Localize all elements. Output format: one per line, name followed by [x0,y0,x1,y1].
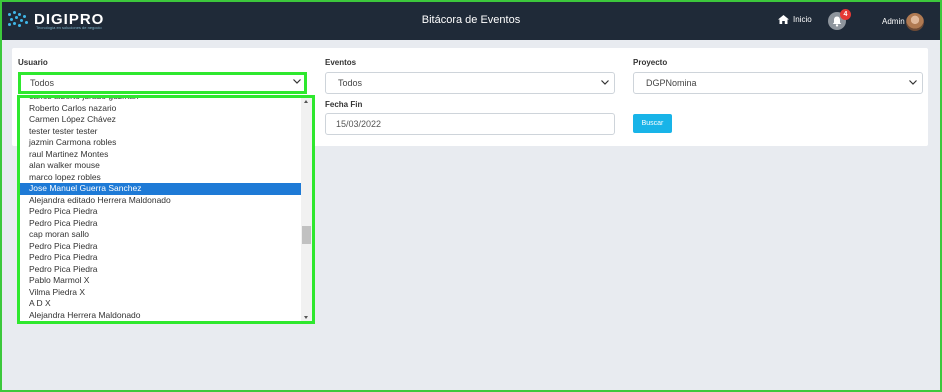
dropdown-option[interactable]: Carmen López Chávez [20,114,301,126]
usuario-label: Usuario [18,58,48,67]
eventos-select[interactable]: Todos [325,72,615,94]
proyecto-select-value: DGPNomina [646,78,697,88]
dropdown-option[interactable]: marco lopez robles [20,172,301,184]
dropdown-option[interactable]: carlos alberto jurado guzman [20,98,301,103]
dropdown-option[interactable]: Pablo Marmol X [20,275,301,287]
dropdown-option[interactable]: Pedro Pica Piedra [20,206,301,218]
dropdown-option-selected[interactable]: Jose Manuel Guerra Sanchez [20,183,301,195]
scroll-down-icon[interactable] [304,316,308,319]
dropdown-scrollbar[interactable] [301,98,312,321]
fecha-fin-value: 15/03/2022 [336,119,382,129]
proyecto-label: Proyecto [633,58,668,67]
fecha-fin-input[interactable]: 15/03/2022 [325,113,615,135]
notification-badge: 4 [840,9,851,20]
dropdown-option[interactable]: Pedro Pica Piedra [20,252,301,264]
dropdown-option[interactable]: Rafael Santana Reyes [20,321,301,324]
scroll-up-icon[interactable] [304,100,308,103]
fecha-fin-label: Fecha Fin [325,100,363,109]
chevron-down-icon [909,80,917,85]
dropdown-option[interactable]: raul Martinez Montes [20,149,301,161]
buscar-button[interactable]: Buscar [633,114,672,133]
dropdown-option[interactable]: tester tester tester [20,126,301,138]
chevron-down-icon [293,79,301,84]
home-link[interactable]: Inicio [778,15,812,24]
dropdown-option[interactable]: Pedro Pica Piedra [20,218,301,230]
avatar[interactable] [906,13,924,31]
top-navbar: DIGIPRO Tecnología en soluciones de nego… [2,2,940,40]
dropdown-option[interactable]: Alejandra Herrera Maldonado [20,310,301,322]
eventos-label: Eventos [325,58,357,67]
home-label: Inicio [793,15,812,24]
dropdown-option[interactable]: Roberto Carlos nazario [20,103,301,115]
dropdown-options: carlos alberto jurado guzman Roberto Carl… [20,98,301,324]
usuario-select-value: Todos [30,78,55,88]
proyecto-select[interactable]: DGPNomina [633,72,923,94]
usuario-dropdown-list[interactable]: carlos alberto jurado guzman Roberto Carl… [17,95,315,324]
dropdown-option[interactable]: jazmin Carmona robles [20,137,301,149]
dropdown-option[interactable]: alan walker mouse [20,160,301,172]
dropdown-option[interactable]: A D X [20,298,301,310]
chevron-down-icon [601,80,609,85]
dropdown-option[interactable]: cap moran sallo [20,229,301,241]
scrollbar-thumb[interactable] [302,226,311,244]
dropdown-option[interactable]: Pedro Pica Piedra [20,264,301,276]
usuario-select[interactable]: Todos [18,72,307,94]
dropdown-option[interactable]: Alejandra editado Herrera Maldonado [20,195,301,207]
dropdown-option[interactable]: Vilma Piedra X [20,287,301,299]
home-icon [778,15,789,24]
user-name[interactable]: Admin [882,17,905,26]
eventos-select-value: Todos [338,78,363,88]
dropdown-option[interactable]: Pedro Pica Piedra [20,241,301,253]
